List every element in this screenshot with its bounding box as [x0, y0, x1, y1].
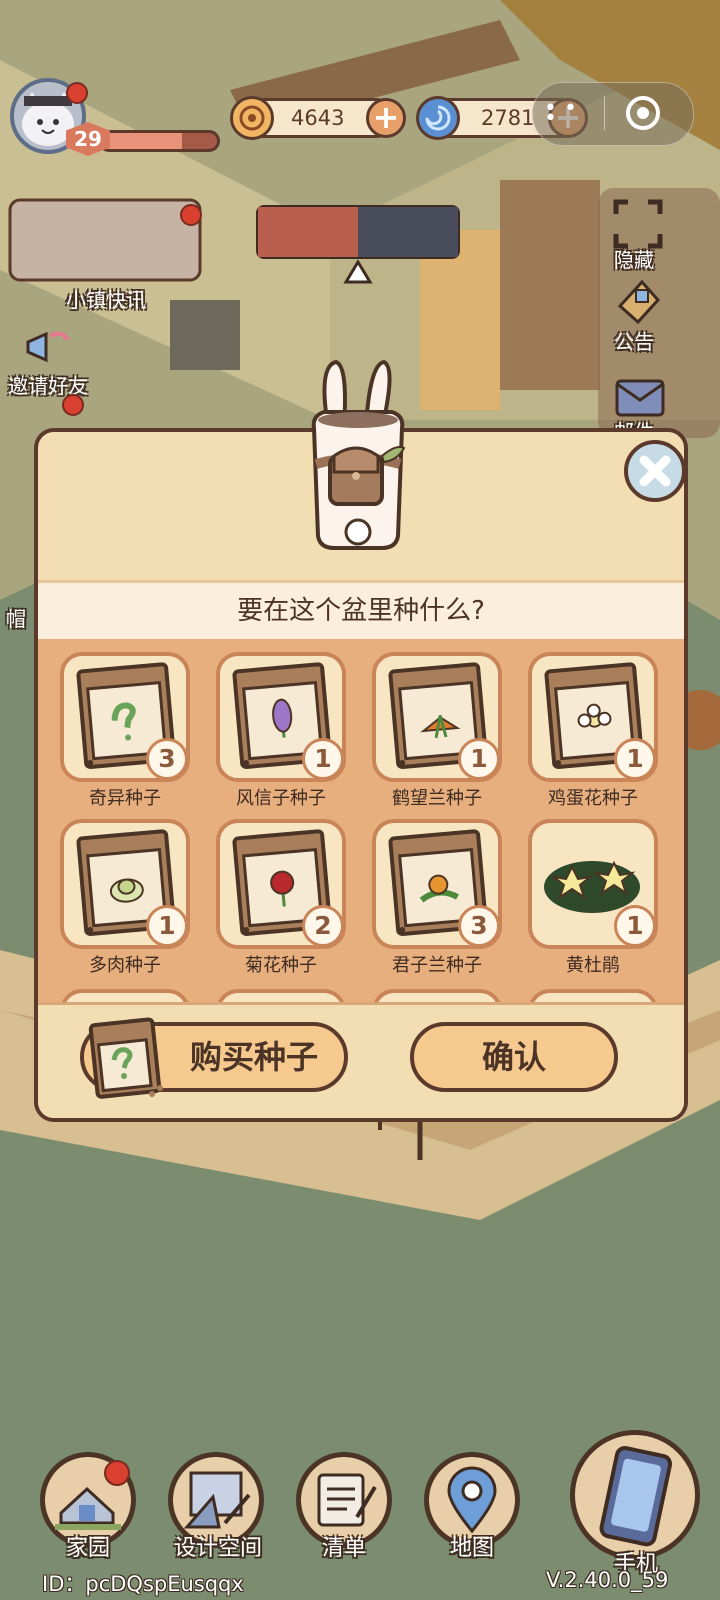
nav-design-label: 设计空间 [173, 1536, 262, 1561]
dialog-title: 要在这个盆里种什么? [38, 580, 684, 642]
notice-label[interactable]: 公告 [614, 326, 654, 355]
rabbit-pot-illustration [311, 359, 406, 550]
seed-card[interactable]: 3 [60, 652, 190, 782]
seed-card[interactable]: 3 [372, 819, 502, 949]
invite-notification-dot [62, 394, 84, 416]
seed-name-label: 君子兰种子 [392, 955, 482, 976]
seed-card[interactable]: 1 [216, 652, 346, 782]
seed-name-label: 风信子种子 [236, 788, 326, 809]
nav-list-label: 清单 [321, 1536, 366, 1561]
seed-count-badge: 1 [302, 738, 344, 780]
avatar-notification-dot [66, 82, 88, 104]
phone-icon [599, 1446, 673, 1547]
nav-phone-button[interactable] [570, 1430, 700, 1560]
mail-icon[interactable] [614, 378, 666, 418]
gem-icon [416, 96, 460, 140]
seed-card[interactable]: 1 [528, 819, 658, 949]
close-dialog-button[interactable] [624, 440, 686, 502]
seed-count-badge: 1 [458, 738, 500, 780]
coin-amount: 4643 [291, 106, 345, 130]
seed-name-label: 鸡蛋花种子 [548, 788, 638, 809]
version-text: V.2.40.0_59 [546, 1568, 669, 1592]
seed-card[interactable]: 1 [372, 652, 502, 782]
nav-home-label: 家园 [65, 1536, 110, 1561]
seed-name-label: 鹤望兰种子 [392, 788, 482, 809]
confirm-label: 确认 [481, 1038, 546, 1076]
xp-progress-bar [98, 130, 220, 152]
add-coin-button[interactable]: + [366, 98, 406, 138]
capsule-divider [604, 96, 605, 130]
seed-count-badge: 3 [458, 905, 500, 947]
hat-shop-label[interactable]: 帽 [6, 603, 26, 632]
seed-name-label: 菊花种子 [245, 955, 317, 976]
notice-icon[interactable] [612, 276, 666, 326]
nav-map-label: 地图 [449, 1536, 494, 1561]
close-miniprogram-icon[interactable] [626, 96, 660, 130]
seed-packet-icon [88, 1017, 163, 1099]
town-news-label: 小镇快讯 [66, 288, 146, 312]
player-id: ID：pcDQspEusqqx [42, 1572, 244, 1596]
home-notification-dot [104, 1460, 130, 1486]
seed-card[interactable]: 1 [528, 652, 658, 782]
seed-name-label: 黄杜鹃 [566, 955, 620, 976]
confirm-button[interactable]: 确认 [410, 1022, 618, 1092]
seed-count-badge: 1 [146, 905, 188, 947]
news-notification-dot [180, 204, 202, 226]
seed-grid[interactable]: 3 奇异种子 1 风信子种子 1 鹤望兰种子 1 鸡蛋花种子 1 多肉种子 2 菊花种子 3 君子兰种子 1… [38, 639, 684, 1118]
town-news-banner[interactable] [14, 206, 194, 280]
coin-icon [230, 96, 274, 140]
seed-count-badge: 1 [614, 905, 656, 947]
hide-ui-label[interactable]: 隐藏 [614, 244, 654, 273]
gem-amount: 2781 [481, 106, 535, 130]
more-dots-icon[interactable]: • • • [544, 98, 584, 130]
seed-name-label: 奇异种子 [89, 788, 161, 809]
seed-name-label: 多肉种子 [89, 955, 161, 976]
seed-count-badge: 2 [302, 905, 344, 947]
megaphone-icon[interactable] [22, 326, 72, 370]
seed-card[interactable]: 1 [60, 819, 190, 949]
hide-ui-icon[interactable] [612, 198, 664, 250]
seed-card[interactable]: 2 [216, 819, 346, 949]
buy-seeds-label: 购买种子 [189, 1038, 318, 1076]
seed-count-badge: 1 [614, 738, 656, 780]
seed-count-badge: 3 [146, 738, 188, 780]
